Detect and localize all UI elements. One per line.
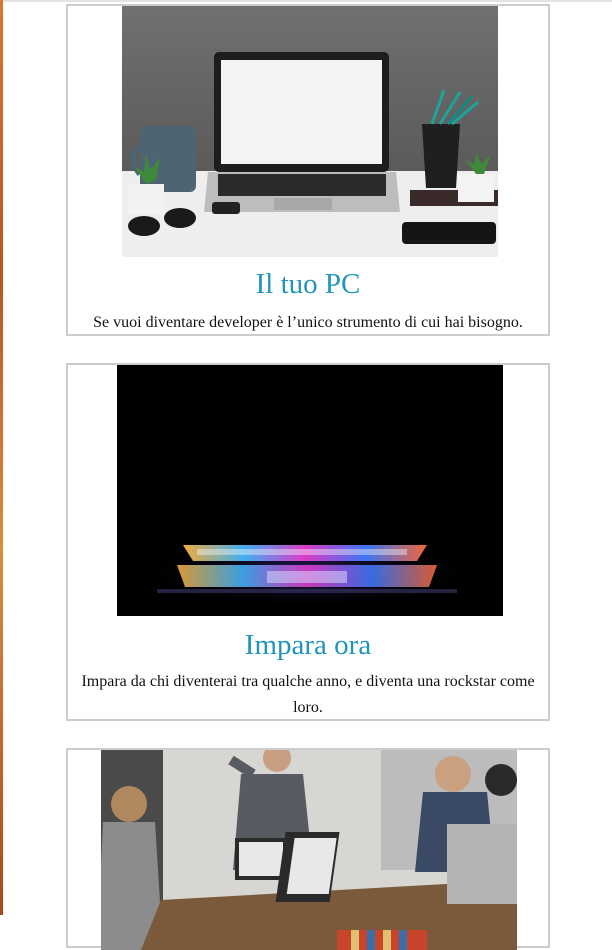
card-impara: Impara ora Impara da chi diventerai tra … — [66, 363, 550, 721]
team-meeting-photo — [101, 750, 517, 950]
card-text: Se vuoi diventare developer è l’unico st… — [93, 314, 523, 331]
top-divider — [3, 0, 612, 2]
card-team — [66, 748, 550, 950]
card-title: Il tuo PC — [255, 268, 361, 300]
laptop-on-desk-photo — [122, 6, 498, 257]
card-pc: Il tuo PC Se vuoi diventare developer è … — [66, 4, 550, 336]
left-edge-strip — [0, 0, 3, 915]
card-text: Impara da chi diventerai tra qualche ann… — [81, 673, 535, 716]
card-title: Impara ora — [244, 629, 372, 661]
glowing-laptop-photo — [117, 365, 503, 616]
